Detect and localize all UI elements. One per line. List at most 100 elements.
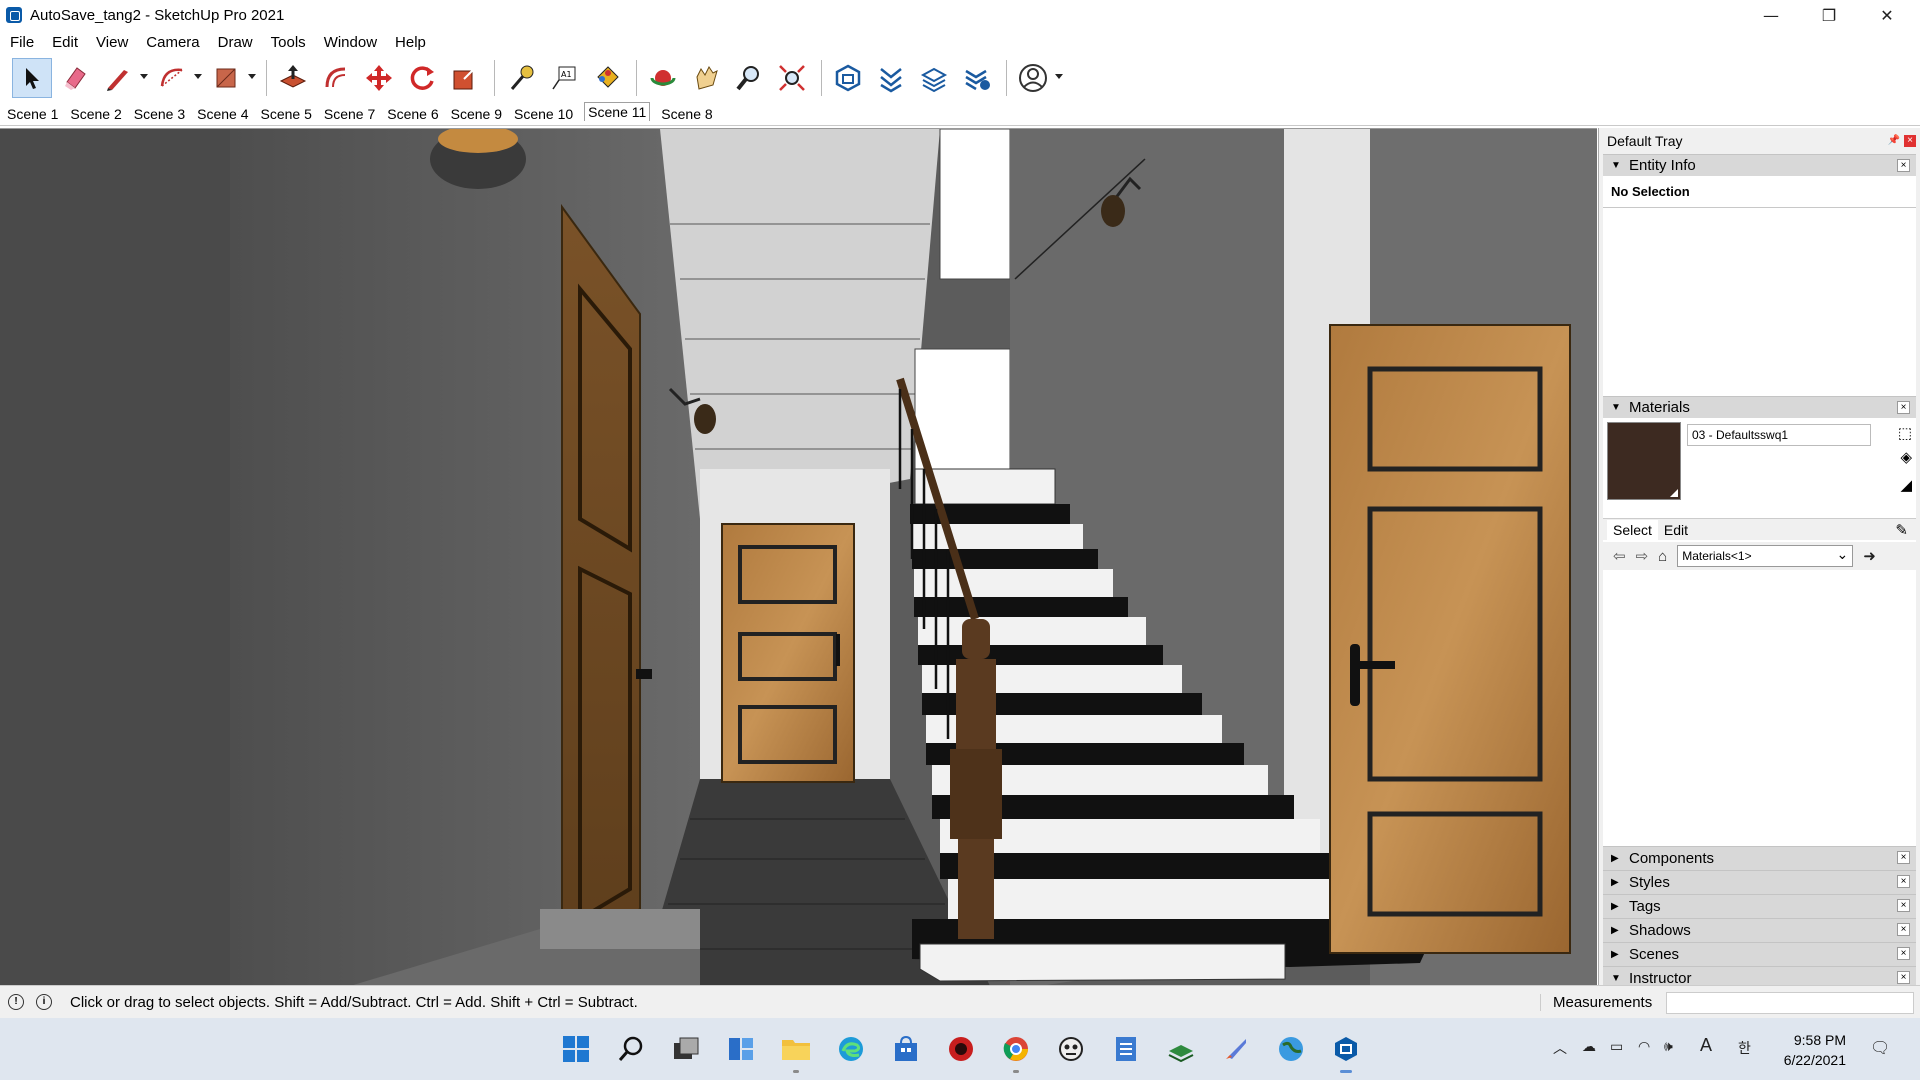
- entity-info-close-button[interactable]: ×: [1897, 159, 1910, 172]
- layout-tool-icon[interactable]: [914, 58, 954, 98]
- scene-tab-8[interactable]: Scene 8: [660, 104, 713, 124]
- menu-view[interactable]: View: [96, 34, 128, 51]
- measurements-input[interactable]: [1666, 992, 1914, 1014]
- components-header[interactable]: ▶ Components ×: [1603, 846, 1916, 870]
- account-icon[interactable]: [1013, 58, 1063, 98]
- display-secondary-icon[interactable]: ◢: [1900, 476, 1912, 494]
- windows-start-icon[interactable]: [558, 1031, 594, 1067]
- menu-help[interactable]: Help: [395, 34, 426, 51]
- menu-edit[interactable]: Edit: [52, 34, 78, 51]
- sketchup-icon[interactable]: [1328, 1031, 1364, 1073]
- chevron-down-icon[interactable]: [140, 74, 148, 79]
- restore-button[interactable]: ❐: [1800, 0, 1858, 30]
- materials-collection-select[interactable]: Materials<1>: [1677, 545, 1854, 567]
- info-icon[interactable]: i: [36, 994, 52, 1010]
- volume-icon[interactable]: 🕪: [1664, 1038, 1673, 1055]
- zoom-tool-icon[interactable]: [729, 58, 769, 98]
- scene-tab-4[interactable]: Scene 4: [196, 104, 249, 124]
- eyedropper-icon[interactable]: ✎: [1895, 521, 1908, 539]
- extension-tool-icon[interactable]: [871, 58, 911, 98]
- materials-header[interactable]: ▼ Materials ×: [1603, 396, 1916, 418]
- scene-tab-1[interactable]: Scene 1: [6, 104, 59, 124]
- scenes-close-button[interactable]: ×: [1897, 947, 1910, 960]
- app-globe-icon[interactable]: [1273, 1031, 1309, 1067]
- entity-info-header[interactable]: ▼ Entity Info ×: [1603, 154, 1916, 176]
- zoom-extents-tool-icon[interactable]: [772, 58, 812, 98]
- shadows-close-button[interactable]: ×: [1897, 923, 1910, 936]
- tray-close-button[interactable]: ×: [1904, 135, 1916, 147]
- styles-header[interactable]: ▶ Styles ×: [1603, 870, 1916, 894]
- warehouse-tool-icon[interactable]: [828, 58, 868, 98]
- tags-header[interactable]: ▶ Tags ×: [1603, 894, 1916, 918]
- ime-indicator[interactable]: 한: [1738, 1038, 1751, 1058]
- rotate-tool-icon[interactable]: [402, 58, 442, 98]
- materials-close-button[interactable]: ×: [1897, 401, 1910, 414]
- tags-close-button[interactable]: ×: [1897, 899, 1910, 912]
- tab-edit[interactable]: Edit: [1658, 520, 1694, 540]
- scene-tab-5[interactable]: Scene 5: [260, 104, 313, 124]
- scale-tool-icon[interactable]: [445, 58, 485, 98]
- move-tool-icon[interactable]: [359, 58, 399, 98]
- scene-tab-11[interactable]: Scene 11: [584, 102, 651, 121]
- app-robot-icon[interactable]: [1053, 1031, 1089, 1067]
- details-arrow-icon[interactable]: ➜: [1863, 547, 1876, 565]
- extension-manager-tool-icon[interactable]: [957, 58, 997, 98]
- geo-location-icon[interactable]: !: [8, 994, 24, 1010]
- scene-tab-6[interactable]: Scene 6: [386, 104, 439, 124]
- minimize-button[interactable]: —: [1742, 0, 1800, 30]
- scene-tab-10[interactable]: Scene 10: [513, 104, 574, 124]
- tab-select[interactable]: Select: [1607, 519, 1658, 540]
- create-material-icon[interactable]: ⬚: [1898, 424, 1912, 442]
- shadows-header[interactable]: ▶ Shadows ×: [1603, 918, 1916, 942]
- scene-tab-9[interactable]: Scene 9: [450, 104, 503, 124]
- notepad-icon[interactable]: [1108, 1031, 1144, 1067]
- orbit-tool-icon[interactable]: [643, 58, 683, 98]
- menu-file[interactable]: File: [10, 34, 34, 51]
- menu-window[interactable]: Window: [324, 34, 377, 51]
- edge-icon[interactable]: [833, 1031, 869, 1067]
- chevron-down-icon[interactable]: [194, 74, 202, 79]
- close-button[interactable]: ✕: [1858, 0, 1916, 30]
- sample-paint-icon[interactable]: ◈: [1900, 448, 1912, 466]
- chrome-icon[interactable]: [998, 1031, 1034, 1073]
- menu-camera[interactable]: Camera: [146, 34, 199, 51]
- file-explorer-icon[interactable]: [778, 1031, 814, 1073]
- chevron-up-icon[interactable]: ︿: [1553, 1038, 1567, 1058]
- onedrive-icon[interactable]: ☁: [1582, 1038, 1596, 1055]
- text-tool-icon[interactable]: A1: [544, 58, 584, 98]
- wifi-icon[interactable]: ◠: [1638, 1038, 1650, 1055]
- pan-tool-icon[interactable]: [686, 58, 726, 98]
- back-arrow-icon[interactable]: ⇦: [1613, 547, 1626, 565]
- arc-tool-icon[interactable]: [152, 58, 202, 98]
- offset-tool-icon[interactable]: [316, 58, 356, 98]
- eraser-tool-icon[interactable]: [55, 58, 95, 98]
- scene-tab-7[interactable]: Scene 7: [323, 104, 376, 124]
- menu-tools[interactable]: Tools: [271, 34, 306, 51]
- material-swatch[interactable]: [1607, 422, 1681, 500]
- chevron-down-icon[interactable]: [248, 74, 256, 79]
- app-red-icon[interactable]: [943, 1031, 979, 1067]
- app-book-icon[interactable]: [1163, 1031, 1199, 1067]
- store-icon[interactable]: [888, 1031, 924, 1067]
- components-close-button[interactable]: ×: [1897, 851, 1910, 864]
- forward-arrow-icon[interactable]: ⇨: [1636, 547, 1649, 565]
- search-icon[interactable]: [613, 1031, 649, 1067]
- paint-bucket-tool-icon[interactable]: [587, 58, 627, 98]
- home-icon[interactable]: ⌂: [1658, 548, 1667, 565]
- widgets-icon[interactable]: [723, 1031, 759, 1067]
- instructor-close-button[interactable]: ×: [1897, 971, 1910, 984]
- scene-tab-3[interactable]: Scene 3: [133, 104, 186, 124]
- material-name-field[interactable]: 03 - Defaultsswq1: [1687, 424, 1871, 446]
- model-viewport[interactable]: [0, 128, 1597, 985]
- battery-icon[interactable]: ▭: [1610, 1038, 1623, 1055]
- rectangle-tool-icon[interactable]: [206, 58, 256, 98]
- app-rocket-icon[interactable]: [1218, 1031, 1254, 1067]
- menu-draw[interactable]: Draw: [218, 34, 253, 51]
- select-tool-icon[interactable]: [12, 58, 52, 98]
- styles-close-button[interactable]: ×: [1897, 875, 1910, 888]
- notification-icon[interactable]: 🗨: [1870, 1038, 1890, 1058]
- chevron-down-icon[interactable]: [1055, 74, 1063, 79]
- input-language-indicator[interactable]: A: [1700, 1035, 1712, 1056]
- line-tool-icon[interactable]: [98, 58, 148, 98]
- system-clock[interactable]: 9:58 PM 6/22/2021: [1762, 1030, 1846, 1070]
